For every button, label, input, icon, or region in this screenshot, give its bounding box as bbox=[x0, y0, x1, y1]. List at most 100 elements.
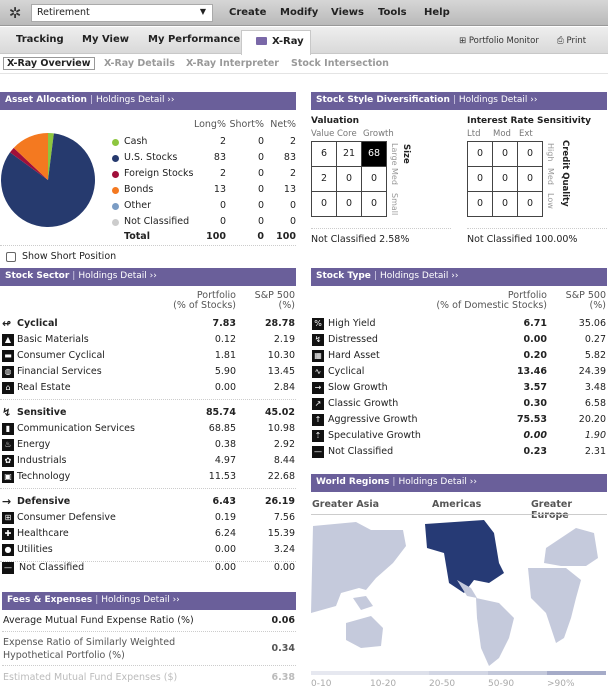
portfolio-monitor-button[interactable]: ⊞ Portfolio Monitor bbox=[459, 36, 539, 46]
super-sector-label: Defensive bbox=[17, 496, 71, 507]
stock-type-sp500: 3.48 bbox=[584, 382, 606, 393]
sector-portfolio: 4.97 bbox=[214, 455, 236, 466]
map-africa[interactable] bbox=[528, 568, 581, 643]
valuation-cell: 0 bbox=[336, 191, 362, 217]
stock-type-portfolio: 0.00 bbox=[523, 334, 547, 345]
menu-help[interactable]: Help bbox=[424, 7, 450, 18]
stock-type-portfolio: 3.57 bbox=[523, 382, 547, 393]
asset-net: 2 bbox=[289, 168, 296, 179]
sector-sp500: 10.30 bbox=[267, 350, 295, 361]
interest-cell: 0 bbox=[517, 141, 543, 167]
sector-icon: ◍ bbox=[2, 366, 14, 378]
map-north-america[interactable] bbox=[425, 520, 504, 593]
subtab-xray-overview[interactable]: X-Ray Overview bbox=[3, 57, 95, 70]
valuation-col-label: Growth bbox=[363, 129, 394, 139]
fee-value-estimated: 6.38 bbox=[271, 672, 295, 683]
asset-allocation-holdings-link[interactable]: Holdings Detail ›› bbox=[96, 95, 175, 105]
sector-portfolio: 0.12 bbox=[214, 334, 236, 345]
legend-label: 50-90 bbox=[488, 679, 515, 689]
tab-tracking[interactable]: Tracking bbox=[16, 34, 64, 45]
stock-type-holdings-link[interactable]: Holdings Detail ›› bbox=[380, 271, 459, 281]
subtab-xray-details[interactable]: X-Ray Details bbox=[104, 58, 175, 69]
fees-header: Fees & Expenses | Holdings Detail ›› bbox=[2, 592, 296, 610]
interest-cell: 0 bbox=[492, 166, 518, 192]
super-sector-portfolio: 6.43 bbox=[212, 496, 236, 507]
map-south-america[interactable] bbox=[476, 598, 514, 666]
stock-type-label: Distressed bbox=[328, 334, 378, 345]
region-greater-asia[interactable]: Greater Asia bbox=[312, 499, 379, 510]
legend-swatch bbox=[429, 671, 488, 675]
subtab-stock-intersection[interactable]: Stock Intersection bbox=[291, 58, 389, 69]
valuation-cell: 68 bbox=[361, 141, 387, 167]
menu-modify[interactable]: Modify bbox=[280, 7, 318, 18]
region-americas[interactable]: Americas bbox=[432, 499, 481, 510]
fee-label-avg-ratio: Average Mutual Fund Expense Ratio (%) bbox=[3, 615, 194, 626]
fee-label-estimated: Estimated Mutual Fund Expenses ($) bbox=[3, 672, 178, 683]
stock-sector-title: Stock Sector bbox=[5, 271, 70, 281]
valuation-cell: 0 bbox=[336, 166, 362, 192]
stock-sector-holdings-link[interactable]: Holdings Detail ›› bbox=[78, 271, 157, 281]
tab-my-view[interactable]: My View bbox=[82, 34, 129, 45]
xray-icon bbox=[256, 37, 267, 45]
asset-net: 0 bbox=[289, 200, 296, 211]
legend-swatch bbox=[488, 671, 547, 675]
stock-type-icon: ⇡ bbox=[312, 430, 324, 442]
tab-my-performance[interactable]: My Performance bbox=[148, 34, 240, 45]
gear-icon[interactable]: ✲ bbox=[7, 5, 23, 21]
not-classified-icon: — bbox=[2, 562, 14, 574]
sector-portfolio: 6.24 bbox=[214, 528, 236, 539]
map-australia[interactable] bbox=[346, 616, 383, 648]
show-short-label: Show Short Position bbox=[22, 251, 117, 262]
sector-sp500: 0.00 bbox=[273, 562, 295, 573]
stock-type-sp500: 35.06 bbox=[578, 318, 606, 329]
show-short-checkbox[interactable] bbox=[6, 252, 16, 262]
menu-views[interactable]: Views bbox=[331, 7, 364, 18]
subtab-xray-interpreter[interactable]: X-Ray Interpreter bbox=[186, 58, 279, 69]
stock-style-title: Stock Style Diversification bbox=[316, 95, 450, 105]
col-net: Net% bbox=[270, 119, 296, 130]
legend-label: >90% bbox=[547, 679, 575, 689]
sector-sp500: 7.56 bbox=[273, 512, 295, 523]
sector-sp500: 3.24 bbox=[273, 544, 295, 555]
stock-type-sp500: 5.82 bbox=[584, 350, 606, 361]
map-europe[interactable] bbox=[544, 528, 598, 566]
interest-col-label: Mod bbox=[493, 129, 511, 139]
legend-dot bbox=[112, 139, 119, 146]
asset-long: 2 bbox=[219, 168, 226, 179]
tab-x-ray[interactable]: X-Ray bbox=[241, 30, 311, 55]
interest-cell: 0 bbox=[517, 166, 543, 192]
legend-swatch bbox=[311, 671, 370, 675]
dropdown-arrow-icon: ▼ bbox=[199, 7, 206, 16]
sector-portfolio: 5.90 bbox=[214, 366, 236, 377]
menu-create[interactable]: Create bbox=[229, 7, 266, 18]
stock-type-icon: ▦ bbox=[312, 350, 324, 362]
world-regions-holdings-link[interactable]: Holdings Detail ›› bbox=[398, 477, 477, 487]
interest-cell: 0 bbox=[517, 191, 543, 217]
sector-icon: ✚ bbox=[2, 528, 14, 540]
fees-holdings-link[interactable]: Holdings Detail ›› bbox=[101, 595, 180, 605]
sector-label: Basic Materials bbox=[17, 334, 89, 345]
asset-net: 2 bbox=[289, 136, 296, 147]
asset-allocation-pie bbox=[0, 133, 96, 227]
type-col-portfolio-sub: (% of Domestic Stocks) bbox=[436, 300, 547, 311]
stock-style-holdings-link[interactable]: Holdings Detail ›› bbox=[459, 95, 538, 105]
stock-type-title: Stock Type bbox=[316, 271, 371, 281]
stock-type-icon: ↑ bbox=[312, 414, 324, 426]
sector-icon: ▣ bbox=[2, 471, 14, 483]
super-sector-sp500: 45.02 bbox=[264, 407, 295, 418]
interest-title: Interest Rate Sensitivity bbox=[467, 116, 591, 126]
sector-label: Healthcare bbox=[17, 528, 69, 539]
fee-label-hypo-ratio: Expense Ratio of Similarly Weighted bbox=[3, 637, 176, 648]
fee-value-avg-ratio: 0.06 bbox=[271, 615, 295, 626]
menu-tools[interactable]: Tools bbox=[378, 7, 407, 18]
fee-label-hypo-ratio-2: Hypothetical Portfolio (%) bbox=[3, 650, 125, 661]
print-button[interactable]: ⎙ Print bbox=[557, 36, 586, 46]
interest-row-label: Med bbox=[546, 168, 555, 185]
stock-type-header: Stock Type | Holdings Detail ›› bbox=[311, 268, 607, 286]
asset-long: 0 bbox=[219, 200, 226, 211]
portfolio-select[interactable]: Retirement ▼ bbox=[31, 4, 213, 22]
sector-label: Utilities bbox=[17, 544, 53, 555]
map-se-asia[interactable] bbox=[353, 596, 373, 610]
sector-portfolio: 0.00 bbox=[214, 562, 236, 573]
printer-icon: ⎙ bbox=[557, 36, 564, 46]
